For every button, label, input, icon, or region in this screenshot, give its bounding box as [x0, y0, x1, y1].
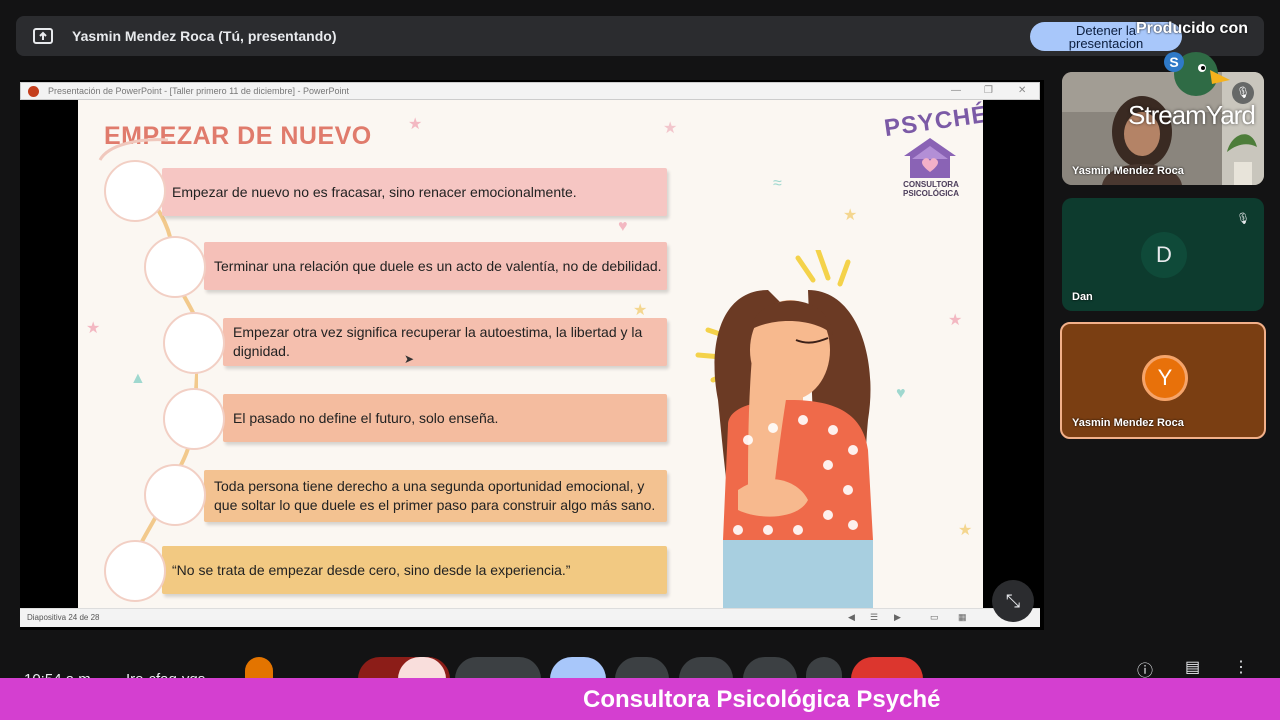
decor-star-icon: ★ — [958, 522, 973, 539]
timeline-circle — [163, 312, 225, 374]
decor-star-icon: ★ — [843, 207, 858, 224]
brand-subtitle-line-1: CONSULTORA — [903, 180, 959, 189]
decor-squiggle-icon: ≈ — [773, 175, 782, 192]
avatar: D — [1141, 232, 1187, 278]
more-options-button[interactable] — [806, 657, 842, 680]
previous-slide-icon[interactable]: ◀ — [848, 612, 855, 623]
decor-star-icon: ★ — [663, 120, 678, 137]
timeline-item-text: Empezar otra vez significa recuperar la … — [223, 318, 667, 366]
normal-view-icon[interactable]: ▭ — [930, 612, 939, 623]
watermark-logo-text: StreamYard — [1128, 100, 1256, 130]
slide: ★ ★ ★ ★ ★ ▲ ≈ ♥ ♥ ★ ★ EMPEZAR DE NUEVO P… — [78, 100, 983, 608]
participant-tile-yasmin[interactable]: Y Yasmin Mendez Roca — [1060, 322, 1266, 439]
mic-off-icon: 🎙 — [1236, 213, 1250, 225]
banner-text: Consultora Psicológica Psyché — [583, 686, 941, 713]
house-heart-icon — [904, 138, 956, 178]
minimize-icon[interactable]: — — [951, 85, 961, 96]
info-icon[interactable]: ⓘ — [1137, 657, 1161, 680]
decor-star-icon: ★ — [633, 302, 648, 319]
sorter-view-icon[interactable]: ▦ — [958, 612, 967, 623]
avatar: Y — [1142, 355, 1188, 401]
stop-presenting-label-2: presentacion — [1068, 36, 1144, 51]
stream-banner: Consultora Psicológica Psyché — [0, 678, 1280, 720]
decor-heart-icon: ♥ — [618, 218, 628, 235]
exit-fullscreen-button[interactable]: ⤡ — [992, 580, 1034, 622]
apps-icon[interactable]: ⋮ — [1233, 657, 1257, 680]
presenting-bar: Yasmin Mendez Roca (Tú, presentando) Det… — [16, 16, 1264, 56]
timeline-item-text: El pasado no define el futuro, solo ense… — [223, 394, 667, 442]
decor-star-icon: ★ — [408, 116, 423, 133]
timeline-circle — [104, 540, 166, 602]
timeline-circle — [144, 464, 206, 526]
slide-menu-icon[interactable]: ☰ — [870, 612, 878, 623]
presenting-title: Yasmin Mendez Roca (Tú, presentando) — [72, 28, 337, 44]
restore-icon[interactable]: ❐ — [984, 85, 993, 96]
powerpoint-window-title: Presentación de PowerPoint - [Taller pri… — [48, 86, 349, 96]
watermark-produced-with: Producido con — [1136, 20, 1248, 37]
worried-woman-illustration — [695, 250, 873, 608]
participant-name: Dan — [1072, 291, 1093, 303]
collapse-icon: ⤡ — [1005, 591, 1021, 611]
svg-text:S: S — [1169, 54, 1178, 70]
participant-tile-dan[interactable]: 🎙 D Dan — [1062, 198, 1264, 311]
brand-subtitle: CONSULTORA PSICOLÓGICA — [886, 180, 976, 198]
timeline-circle — [163, 388, 225, 450]
decor-star-icon: ★ — [948, 312, 963, 329]
timeline-item-text: Toda persona tiene derecho a una segunda… — [204, 470, 667, 522]
raise-hand-button[interactable] — [743, 657, 797, 680]
timeline-item-text: Empezar de nuevo no es fracasar, sino re… — [162, 168, 667, 216]
leave-call-button[interactable] — [851, 657, 923, 680]
mouse-cursor-icon: ➤ — [404, 352, 415, 366]
meet-controls-bar: 10:54 a.m. Iro-cfaq-yqs ⓘ ▤ ⋮ — [0, 655, 1280, 680]
participant-name: Yasmin Mendez Roca — [1072, 417, 1184, 429]
shared-screen: Presentación de PowerPoint - [Taller pri… — [20, 80, 1044, 630]
host-controls-icon[interactable] — [245, 657, 273, 680]
powerpoint-status-bar: Diapositiva 24 de 28 ◀ ☰ ▶ ▭ ▦ — [20, 608, 1040, 627]
timeline-item-text: “No se trata de empezar desde cero, sino… — [162, 546, 667, 594]
powerpoint-titlebar: Presentación de PowerPoint - [Taller pri… — [20, 82, 1040, 100]
chat-icon[interactable]: ▤ — [1185, 657, 1209, 680]
close-icon[interactable]: ✕ — [1018, 85, 1026, 96]
present-screen-icon — [33, 28, 53, 44]
timeline-circle — [104, 160, 166, 222]
participant-name: Yasmin Mendez Roca — [1072, 165, 1184, 177]
powerpoint-icon — [28, 86, 39, 97]
streamyard-duck-logo: S — [1164, 52, 1230, 96]
meet-window: Yasmin Mendez Roca (Tú, presentando) Det… — [0, 0, 1280, 720]
captions-button[interactable] — [679, 657, 733, 680]
timeline-item-text: Terminar una relación que duele es un ac… — [204, 242, 667, 290]
brand-subtitle-line-2: PSICOLÓGICA — [902, 189, 959, 198]
timeline-circle — [144, 236, 206, 298]
slide-counter: Diapositiva 24 de 28 — [27, 613, 100, 622]
emoji-button[interactable] — [615, 657, 669, 680]
camera-toggle-button[interactable] — [455, 657, 541, 680]
next-slide-icon[interactable]: ▶ — [894, 612, 901, 623]
present-button[interactable] — [550, 657, 606, 680]
